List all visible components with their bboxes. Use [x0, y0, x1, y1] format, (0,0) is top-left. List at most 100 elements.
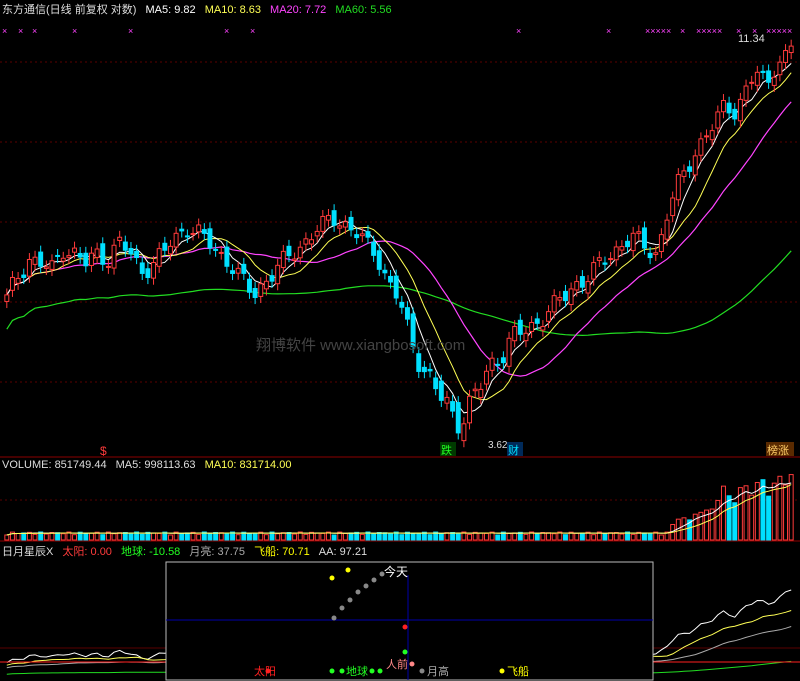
candle-body	[670, 197, 676, 217]
candle-body	[382, 269, 388, 274]
candle-body	[151, 262, 157, 279]
candle-body	[376, 250, 382, 270]
candle-body	[602, 262, 608, 265]
candle-body	[100, 243, 106, 265]
volume-bar	[196, 533, 202, 541]
candle-body	[354, 234, 360, 239]
volume-bar	[382, 532, 388, 541]
volume-bar	[280, 532, 286, 541]
candle-body	[495, 363, 501, 366]
volume-bar	[83, 532, 89, 541]
candle-body	[26, 258, 32, 277]
ma60-line	[6, 250, 792, 337]
volume-bar	[184, 532, 190, 541]
candle-body	[162, 242, 168, 251]
candle-body	[557, 297, 563, 301]
candle-body	[314, 230, 320, 237]
chart-canvas: × × × × × × × × × ××××× × ××××× × × ××××× 11.34 $ …	[0, 26, 800, 681]
candle-body	[66, 255, 72, 258]
candle-body	[562, 290, 568, 302]
volume-bar	[263, 534, 269, 541]
candle-body	[478, 388, 484, 399]
candle-body	[619, 246, 625, 251]
candle-body	[568, 288, 574, 306]
volume-bar	[574, 532, 580, 541]
candle-body	[754, 71, 760, 86]
candle-body	[201, 229, 207, 234]
candle-body	[43, 266, 49, 269]
volume-bar	[342, 532, 348, 541]
dollar-marker: $	[100, 444, 107, 458]
candle-body	[591, 262, 597, 280]
wealth-tag: 财	[508, 443, 519, 457]
volume-bar	[523, 533, 529, 541]
volume-bar	[455, 533, 461, 541]
volume-bar	[224, 533, 230, 541]
volume-bar	[450, 532, 456, 541]
candle-body	[218, 251, 224, 254]
volume-bar	[416, 532, 422, 541]
volume-bar	[777, 475, 783, 541]
volume-bar	[534, 533, 540, 541]
watermark: 翔博软件 www.xiangbosoft.com	[256, 337, 465, 354]
popup-front-label: 人前	[386, 657, 408, 671]
volume-bar	[331, 534, 337, 541]
volume-bar	[766, 495, 772, 541]
candle-body	[596, 257, 602, 261]
candle-body	[21, 274, 27, 278]
candle-body	[720, 99, 726, 113]
candle-body	[156, 248, 162, 267]
candle-body	[303, 238, 309, 245]
candle-body	[467, 395, 473, 424]
volume-bar	[139, 533, 145, 541]
candle-body	[653, 252, 659, 255]
candle-body	[371, 241, 377, 256]
candle-body	[292, 258, 298, 261]
volume-bar	[55, 532, 61, 541]
volume-bar	[128, 533, 134, 541]
svg-text:×: ×	[606, 26, 611, 36]
svg-text:×××××: ×××××	[696, 26, 722, 36]
volume-bar	[117, 532, 123, 541]
candle-body	[687, 166, 693, 172]
candle-body	[393, 275, 399, 299]
popup-today-label: 今天	[384, 564, 408, 579]
candle-body	[297, 246, 303, 259]
volume-bar	[111, 533, 117, 541]
candle-body	[489, 357, 495, 371]
candle-body	[433, 377, 439, 390]
svg-text:×××××: ×××××	[766, 26, 792, 36]
volume-bar	[314, 532, 320, 541]
candle-body	[534, 318, 540, 324]
candle-body	[636, 231, 642, 234]
candle-body	[574, 281, 580, 291]
volume-bar	[647, 532, 653, 541]
candle-body	[325, 214, 331, 221]
candle-body	[235, 267, 241, 274]
candle-body	[613, 246, 619, 261]
candle-body	[777, 61, 783, 76]
svg-text:×: ×	[250, 26, 255, 36]
candle-body	[698, 138, 704, 156]
candle-body	[331, 210, 337, 226]
candle-body	[771, 76, 777, 86]
candle-body	[258, 283, 264, 297]
candle-body	[421, 366, 427, 373]
volume-bar	[388, 533, 394, 541]
candle-body	[72, 247, 78, 253]
svg-text:×××××: ×××××	[645, 26, 671, 36]
candle-body	[641, 227, 647, 249]
volume-bar	[15, 532, 21, 541]
candle-body	[224, 246, 230, 267]
candle-body	[625, 240, 631, 248]
candle-body	[675, 174, 681, 201]
volume-bar	[579, 532, 585, 541]
candle-body	[145, 268, 151, 278]
volume-bar	[292, 533, 298, 541]
popup-sun-label: 太阳	[254, 665, 276, 678]
candle-body	[196, 224, 202, 233]
volume-bar	[562, 534, 568, 541]
svg-text:×: ×	[516, 26, 521, 36]
candle-body	[472, 388, 478, 392]
high-price-label: 11.34	[738, 33, 765, 45]
